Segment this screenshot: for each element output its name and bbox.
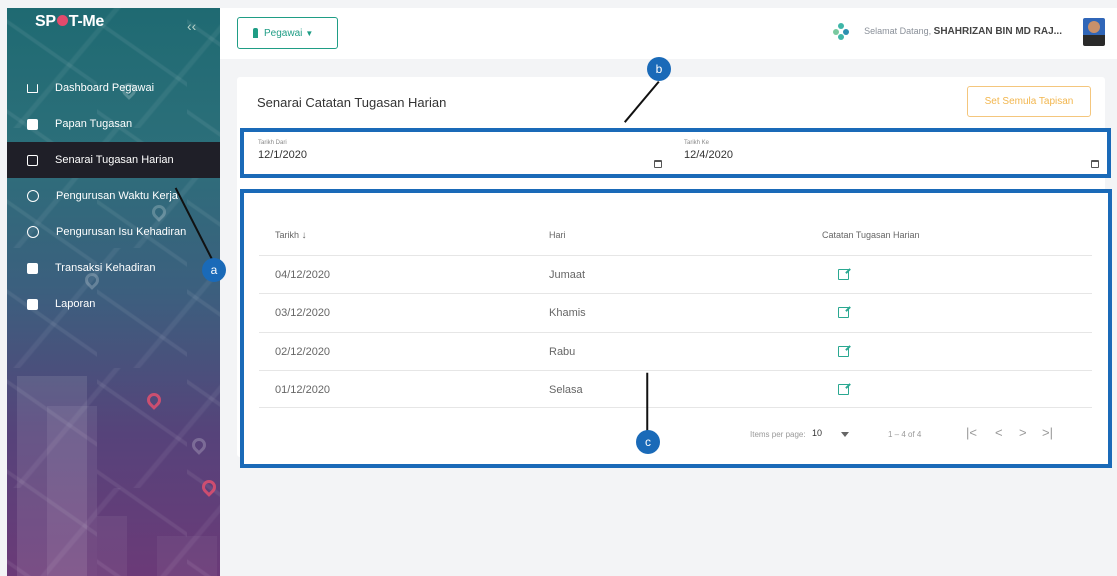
map-pin-icon	[144, 390, 164, 410]
date-from-label: Tarikh Dari	[258, 140, 287, 146]
building-graphic	[157, 536, 217, 576]
sidebar-item-transaksi-kehadiran[interactable]: Transaksi Kehadiran	[7, 250, 220, 286]
calendar-icon[interactable]	[1091, 160, 1099, 168]
annotation-arrow-c	[646, 372, 648, 431]
chevron-down-icon: ▼	[305, 28, 314, 38]
page-title: Senarai Catatan Tugasan Harian	[257, 95, 447, 110]
annotation-badge-c: c	[636, 430, 660, 454]
sidebar-nav: Dashboard Pegawai Papan Tugasan Senarai …	[7, 80, 220, 332]
table-row: 03/12/2020 Khamis	[259, 293, 1092, 331]
list-icon	[27, 262, 38, 274]
sidebar-item-label: Pengurusan Waktu Kerja	[56, 190, 178, 202]
map-pin-icon	[199, 477, 219, 497]
items-per-page-label: Items per page:	[750, 430, 806, 439]
date-to-value[interactable]: 12/4/2020	[684, 149, 733, 161]
cell-date: 04/12/2020	[275, 269, 331, 281]
welcome-text: Selamat Datang, SHAHRIZAN BIN MD RAJ...	[864, 26, 1062, 37]
app-logo[interactable]: SP T-Me	[35, 13, 104, 31]
sidebar-item-label: Senarai Tugasan Harian	[55, 154, 174, 166]
cell-day: Rabu	[549, 346, 576, 358]
role-dropdown-button[interactable]: Pegawai ▼	[237, 17, 338, 49]
table-row: 01/12/2020 Selasa	[259, 370, 1092, 408]
puzzle-icon	[27, 118, 38, 130]
cell-day: Khamis	[549, 307, 586, 319]
open-edit-icon[interactable]	[838, 346, 849, 357]
column-header-label: Tarikh	[275, 230, 300, 240]
sidebar-item-senarai-tugasan-harian[interactable]: Senarai Tugasan Harian	[7, 142, 220, 178]
home-icon	[27, 83, 38, 93]
last-page-button[interactable]: >|	[1042, 425, 1053, 440]
sidebar-item-pengurusan-waktu-kerja[interactable]: Pengurusan Waktu Kerja	[7, 178, 220, 214]
logo-text: SP	[35, 13, 56, 30]
sidebar-item-label: Transaksi Kehadiran	[55, 262, 156, 274]
report-icon	[27, 298, 38, 310]
welcome-prefix: Selamat Datang,	[864, 26, 932, 36]
column-header-notes: Catatan Tugasan Harian	[822, 230, 920, 240]
open-edit-icon[interactable]	[838, 307, 849, 318]
sidebar-item-label: Laporan	[55, 298, 96, 310]
date-to-label: Tarikh Ke	[684, 140, 710, 146]
role-label: Pegawai	[264, 27, 303, 39]
sidebar-item-label: Papan Tugasan	[55, 118, 133, 130]
calendar-icon[interactable]	[654, 160, 662, 168]
cell-date: 02/12/2020	[275, 346, 331, 358]
cell-date: 01/12/2020	[275, 384, 331, 396]
sidebar-item-label: Pengurusan Isu Kehadiran	[56, 226, 187, 238]
reset-filter-button[interactable]: Set Semula Tapisan	[967, 86, 1091, 117]
user-name[interactable]: SHAHRIZAN BIN MD RAJ...	[934, 26, 1062, 37]
open-edit-icon[interactable]	[838, 269, 849, 280]
date-to-field[interactable]: Tarikh Ke 12/4/2020	[684, 140, 733, 161]
map-pin-icon	[189, 435, 209, 455]
cell-day: Jumaat	[549, 269, 586, 281]
column-header-date[interactable]: Tarikh ↓	[275, 230, 307, 241]
avatar[interactable]	[1083, 18, 1105, 46]
double-chevron-left-icon[interactable]: ‹‹	[187, 18, 196, 34]
column-header-day: Hari	[549, 230, 566, 240]
first-page-button[interactable]: |<	[966, 425, 977, 440]
cell-date: 03/12/2020	[275, 307, 331, 319]
caret-down-icon[interactable]	[841, 432, 849, 437]
building-graphic	[97, 516, 127, 576]
arrow-down-icon: ↓	[301, 230, 307, 241]
date-from-field[interactable]: Tarikh Dari 12/1/2020	[258, 140, 307, 161]
table-row: 04/12/2020 Jumaat	[259, 255, 1092, 293]
logo-pin-icon	[56, 15, 68, 27]
user-icon	[27, 226, 39, 238]
date-from-value[interactable]: 12/1/2020	[258, 149, 307, 161]
sidebar: SP T-Me ‹‹ Dashboard Pegawai Papan Tugasa…	[7, 8, 220, 576]
cell-day: Selasa	[549, 384, 583, 396]
sidebar-item-papan-tugasan[interactable]: Papan Tugasan	[7, 106, 220, 142]
next-page-button[interactable]: >	[1019, 425, 1027, 440]
items-per-page-select[interactable]: 10	[812, 428, 822, 438]
page-range: 1 – 4 of 4	[888, 430, 922, 439]
clock-history-icon	[27, 190, 39, 202]
table-row: 02/12/2020 Rabu	[259, 332, 1092, 370]
annotation-badge-b: b	[647, 57, 671, 81]
sidebar-item-pengurusan-isu-kehadiran[interactable]: Pengurusan Isu Kehadiran	[7, 214, 220, 250]
sidebar-item-laporan[interactable]: Laporan	[7, 286, 220, 322]
sidebar-item-dashboard-pegawai[interactable]: Dashboard Pegawai	[7, 70, 220, 106]
edit-list-icon	[27, 154, 38, 166]
building-graphic	[47, 406, 97, 576]
open-edit-icon[interactable]	[838, 384, 849, 395]
topbar: Pegawai ▼ Selamat Datang, SHAHRIZAN BIN …	[220, 8, 1117, 59]
annotation-badge-a: a	[202, 258, 226, 282]
pin-icon	[253, 28, 258, 38]
sidebar-item-label: Dashboard Pegawai	[55, 82, 155, 94]
brand-dots-icon	[833, 23, 849, 40]
logo-text: T-Me	[68, 13, 105, 30]
date-filter-box: Tarikh Dari 12/1/2020 Tarikh Ke 12/4/202…	[240, 128, 1111, 178]
task-table-box: Tarikh ↓ Hari Catatan Tugasan Harian 04/…	[240, 189, 1112, 468]
previous-page-button[interactable]: <	[995, 425, 1003, 440]
